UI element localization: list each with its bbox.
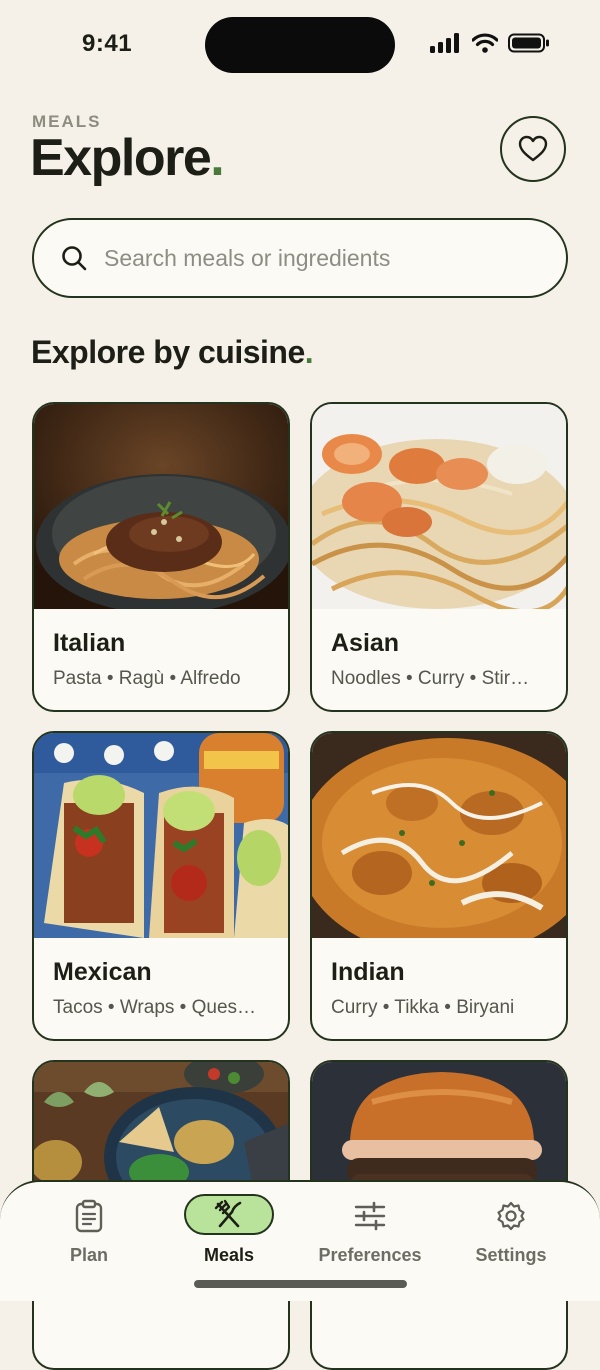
tab-plan[interactable]: Plan: [29, 1196, 149, 1266]
section-title: Explore by cuisine.: [31, 334, 314, 371]
tab-settings-label: Settings: [475, 1245, 547, 1265]
status-time: 9:41: [82, 30, 133, 57]
cuisine-card-asian[interactable]: Asian Noodles • Curry • Stir…: [310, 402, 568, 712]
sliders-icon: [354, 1201, 386, 1230]
cuisine-tags: Tacos • Wraps • Ques…: [53, 997, 257, 1018]
page-title-dot: .: [210, 129, 224, 187]
clipboard-icon: [75, 1199, 103, 1232]
cuisine-image-noodles: [312, 404, 566, 609]
tab-settings[interactable]: Settings: [451, 1196, 571, 1266]
tab-meals[interactable]: Meals: [169, 1194, 289, 1266]
cuisine-image-pasta: [34, 404, 288, 609]
cuisine-image-tacos: [34, 733, 288, 938]
heart-icon: [518, 135, 548, 162]
cuisine-name: Mexican: [53, 958, 152, 986]
cuisine-tags: Pasta • Ragù • Alfredo: [53, 668, 241, 689]
page-title: Explore.: [30, 128, 225, 188]
wifi-icon: [472, 33, 498, 53]
fork-knife-icon: [214, 1199, 242, 1227]
section-title-text: Explore by cuisine: [31, 334, 305, 370]
favorites-button[interactable]: [500, 116, 566, 182]
status-bar: 9:41: [0, 0, 600, 90]
dynamic-island: [205, 17, 395, 73]
page-title-text: Explore: [30, 129, 212, 187]
cuisine-card-indian[interactable]: Indian Curry • Tikka • Biryani: [310, 731, 568, 1041]
cuisine-tags: Noodles • Curry • Stir…: [331, 668, 530, 689]
home-indicator: [194, 1280, 407, 1288]
search-input[interactable]: [102, 243, 526, 273]
cuisine-card-mexican[interactable]: Mexican Tacos • Wraps • Ques…: [32, 731, 290, 1041]
signal-icon: [430, 33, 459, 53]
gear-icon: [497, 1201, 525, 1230]
cuisine-tags: Curry • Tikka • Biryani: [331, 997, 515, 1018]
cuisine-name: Indian: [331, 958, 405, 986]
status-icons: [430, 33, 550, 53]
battery-icon: [508, 33, 549, 53]
cuisine-name: Italian: [53, 629, 126, 657]
cuisine-name: Asian: [331, 629, 400, 657]
search-icon: [62, 246, 87, 271]
cuisine-card-italian[interactable]: Italian Pasta • Ragù • Alfredo: [32, 402, 290, 712]
cuisine-image-curry: [312, 733, 566, 938]
tab-preferences[interactable]: Preferences: [310, 1196, 430, 1266]
tab-preferences-label: Preferences: [318, 1245, 422, 1265]
section-title-dot: .: [304, 334, 314, 370]
search-bar[interactable]: [32, 218, 568, 298]
tab-plan-label: Plan: [69, 1245, 108, 1265]
tab-meals-label: Meals: [203, 1245, 255, 1265]
